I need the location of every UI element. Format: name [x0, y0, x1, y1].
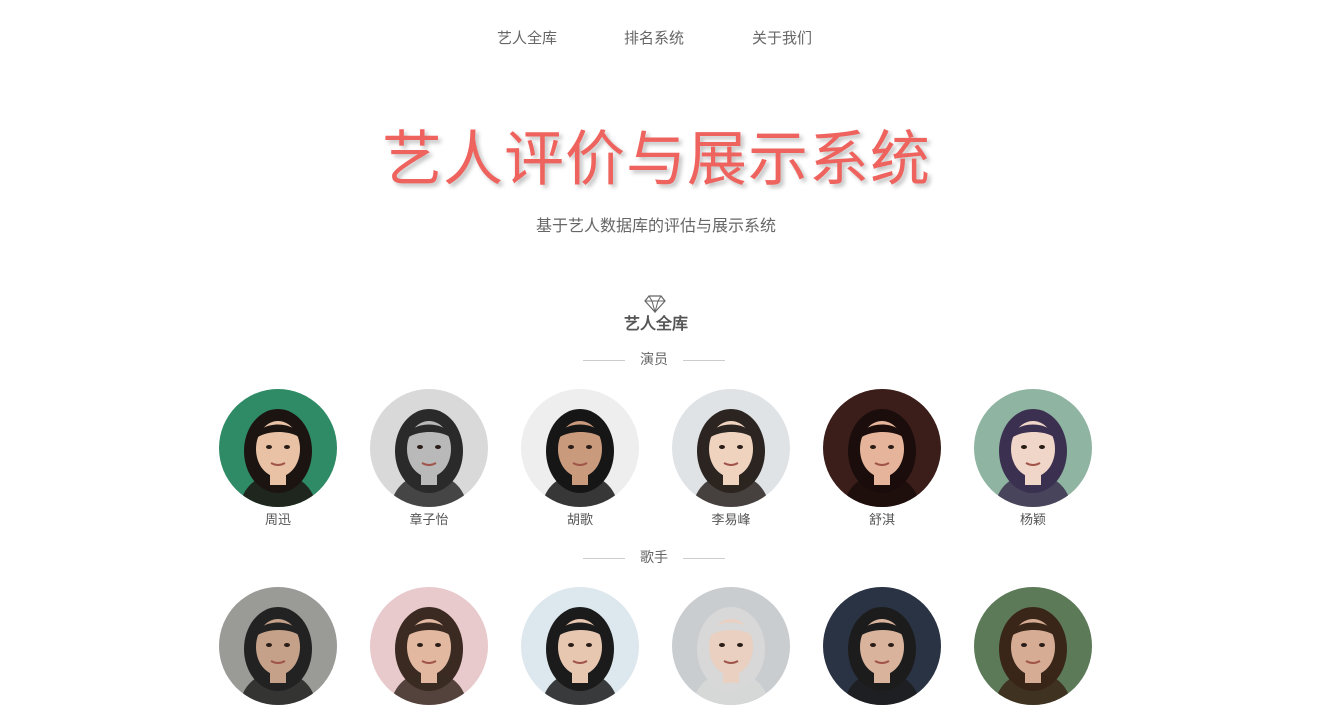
artist-avatar[interactable] — [370, 389, 488, 507]
artist-avatar[interactable] — [974, 587, 1092, 705]
artist-card[interactable]: 舒淇 — [823, 389, 941, 530]
artist-avatar[interactable] — [521, 389, 639, 507]
artist-name[interactable]: 章子怡 — [370, 512, 488, 530]
category-divider-singers: 歌手 — [583, 548, 725, 568]
divider-line — [683, 558, 725, 559]
category-divider-actors: 演员 — [583, 350, 725, 370]
artist-card[interactable] — [974, 587, 1092, 705]
artist-card[interactable]: 周迅 — [219, 389, 337, 530]
section-title: 艺人全库 — [623, 314, 688, 333]
artist-avatar[interactable] — [672, 389, 790, 507]
artist-avatar[interactable] — [974, 389, 1092, 507]
diamond-icon — [644, 295, 666, 314]
artist-name[interactable]: 周迅 — [219, 512, 337, 530]
artist-card[interactable]: 章子怡 — [370, 389, 488, 530]
artist-card[interactable] — [672, 587, 790, 705]
top-nav: 艺人全库 排名系统 关于我们 — [0, 0, 1328, 78]
artist-name[interactable]: 杨颖 — [974, 512, 1092, 530]
hero-title: 艺人评价与展示系统 — [382, 125, 931, 195]
artist-card[interactable] — [370, 587, 488, 705]
nav-about-us[interactable]: 关于我们 — [752, 29, 812, 47]
artist-card[interactable] — [219, 587, 337, 705]
artist-avatar[interactable] — [823, 587, 941, 705]
artist-avatar[interactable] — [370, 587, 488, 705]
artist-name[interactable]: 李易峰 — [672, 512, 790, 530]
artist-card[interactable]: 杨颖 — [974, 389, 1092, 530]
artist-name[interactable]: 胡歌 — [521, 512, 639, 530]
divider-line — [683, 360, 725, 361]
artist-name[interactable]: 舒淇 — [823, 512, 941, 530]
artist-card[interactable]: 李易峰 — [672, 389, 790, 530]
artist-avatar[interactable] — [521, 587, 639, 705]
artist-card[interactable] — [521, 587, 639, 705]
nav-ranking-system[interactable]: 排名系统 — [624, 29, 684, 47]
artist-avatar[interactable] — [219, 389, 337, 507]
artist-avatar[interactable] — [672, 587, 790, 705]
nav-artist-library[interactable]: 艺人全库 — [497, 29, 557, 47]
artist-card[interactable]: 胡歌 — [521, 389, 639, 530]
artist-card[interactable] — [823, 587, 941, 705]
artist-avatar[interactable] — [219, 587, 337, 705]
hero-subtitle: 基于艺人数据库的评估与展示系统 — [535, 216, 776, 235]
artist-avatar[interactable] — [823, 389, 941, 507]
